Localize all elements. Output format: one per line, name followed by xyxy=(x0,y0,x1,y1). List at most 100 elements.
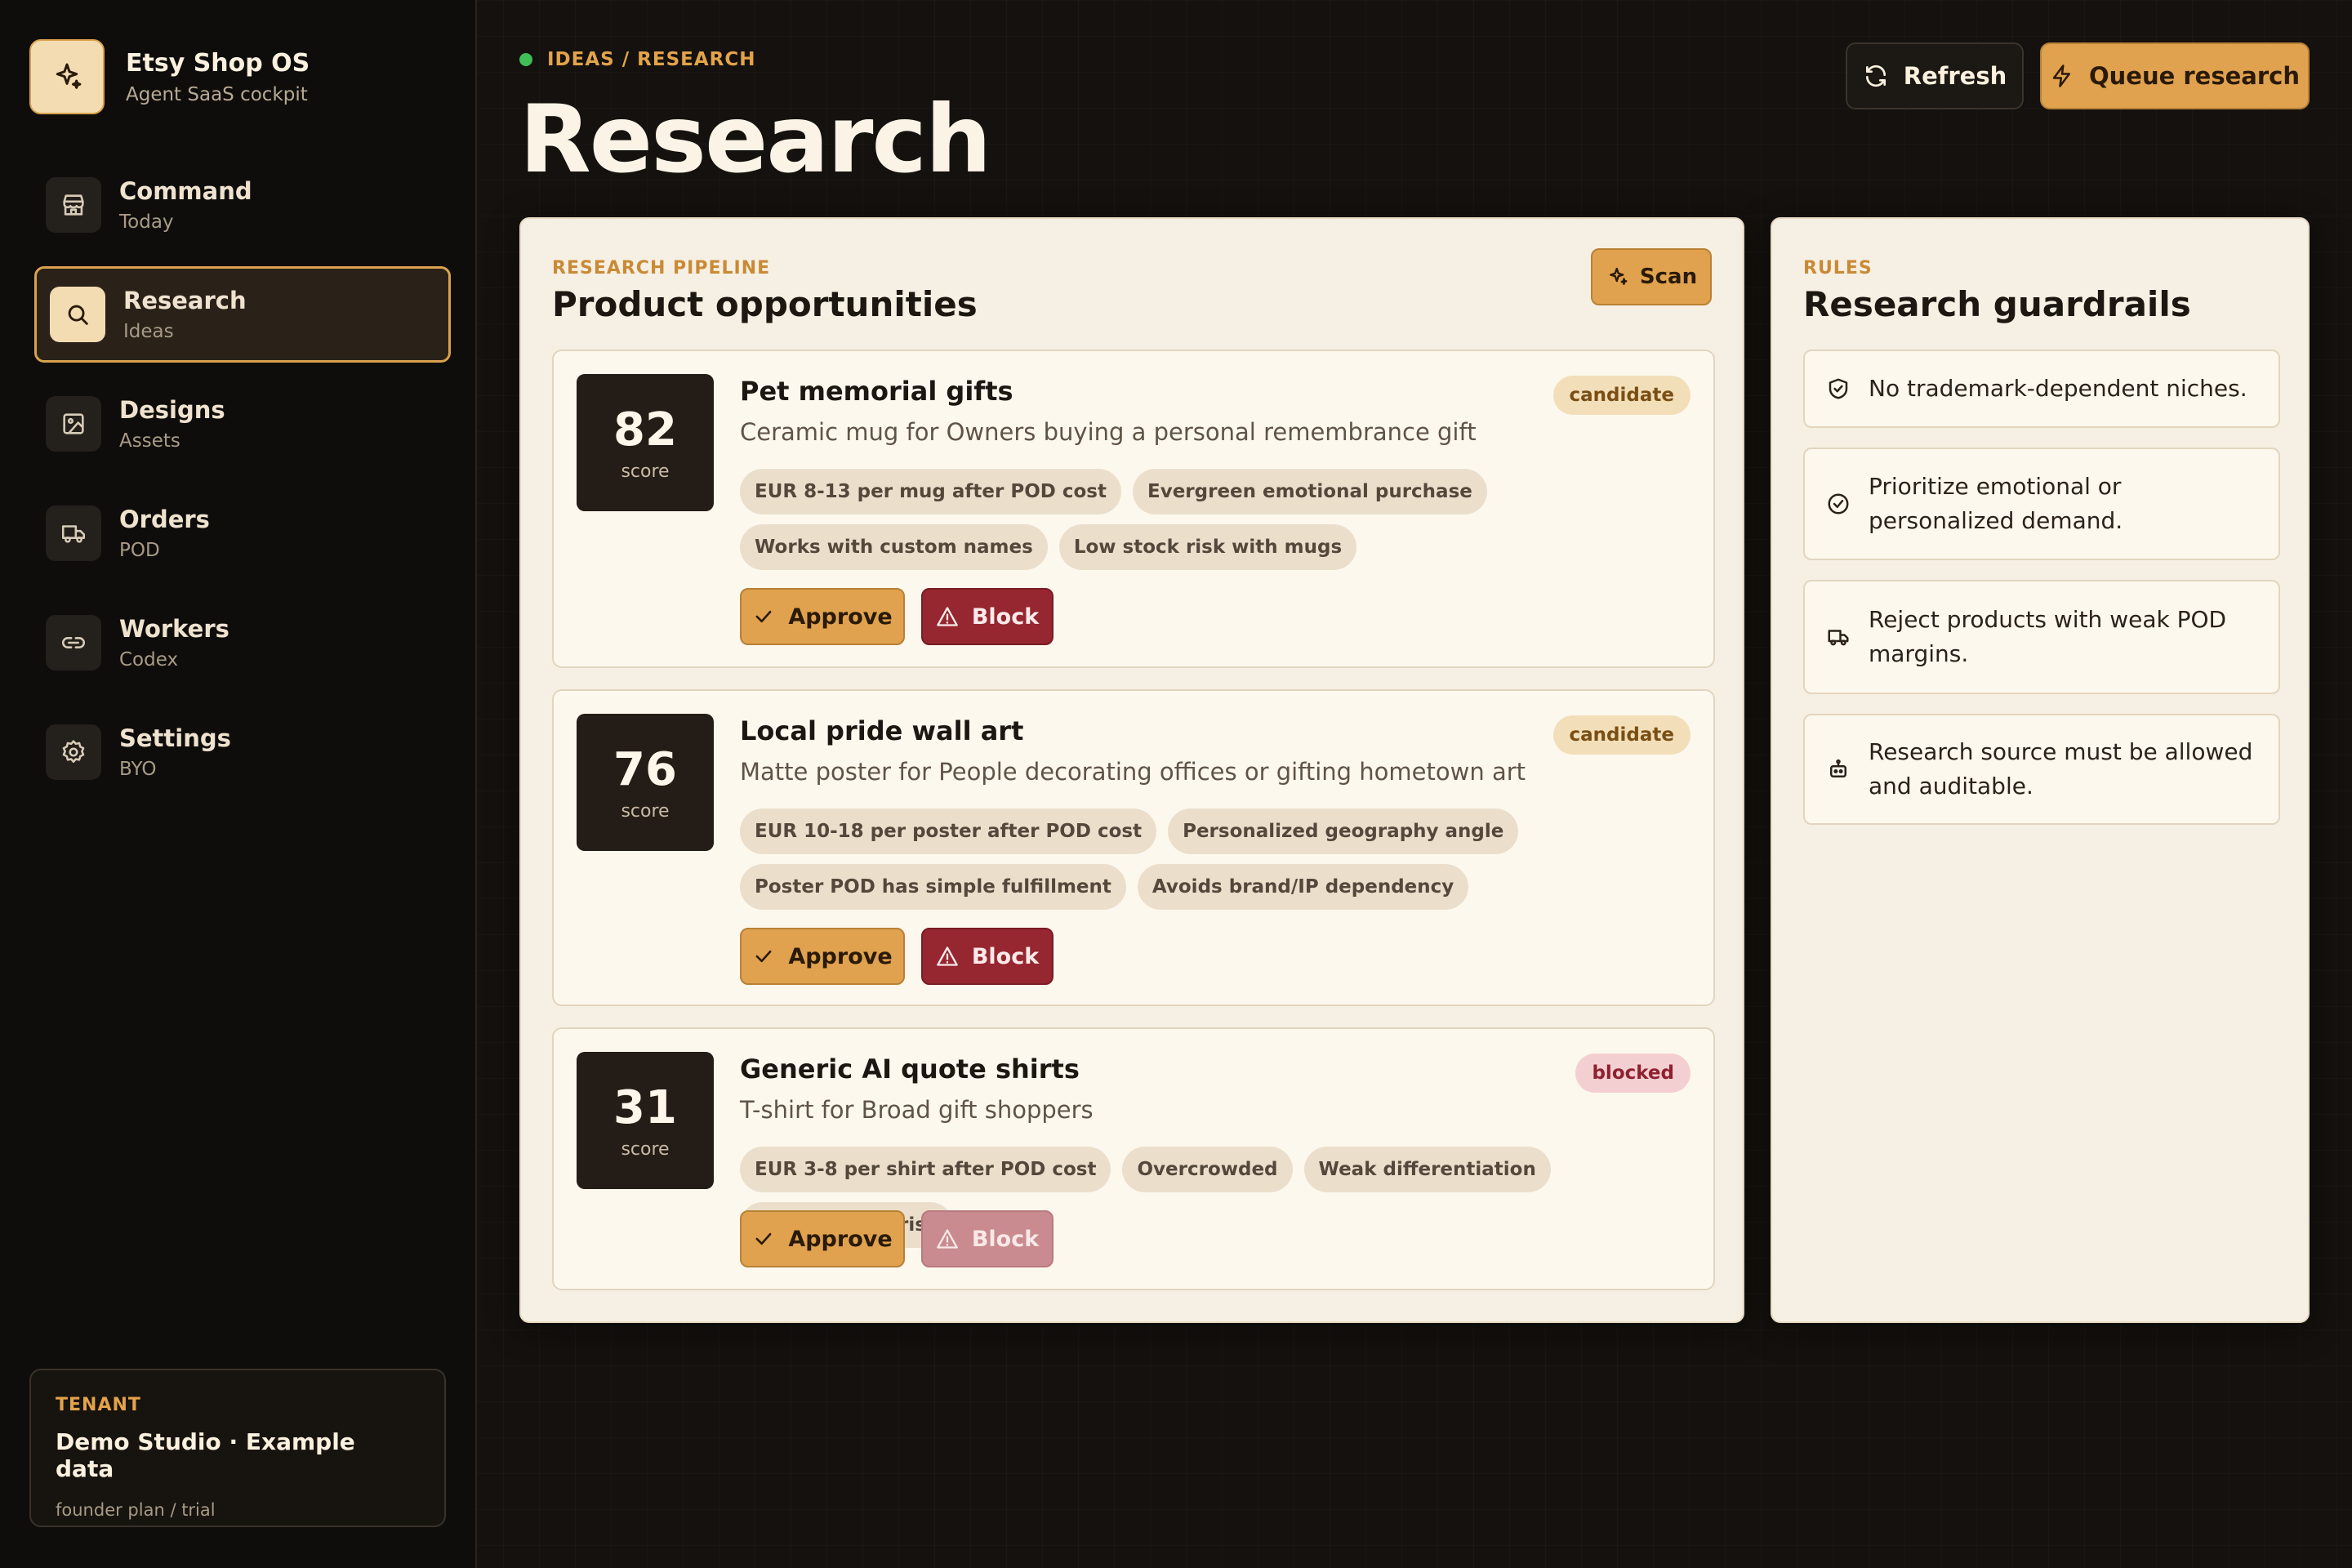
sidebar-item-command[interactable]: Command Today xyxy=(34,157,451,253)
tag: Evergreen emotional purchase xyxy=(1133,469,1487,514)
sidebar-item-workers[interactable]: Workers Codex xyxy=(34,595,451,691)
brand[interactable]: Etsy Shop OS Agent SaaS cockpit xyxy=(29,39,310,114)
approve-button[interactable]: Approve xyxy=(740,1210,905,1267)
warning-icon xyxy=(936,607,958,626)
sidebar-item-sub: Ideas xyxy=(123,321,174,342)
sidebar-item-sub: Codex xyxy=(119,649,179,670)
score-badge: 31 score xyxy=(577,1052,714,1189)
opportunity-description: Matte poster for People decorating offic… xyxy=(740,758,1526,786)
sidebar-item-sub: Assets xyxy=(119,430,180,452)
tenant-card[interactable]: TENANT Demo Studio · Example data founde… xyxy=(29,1369,446,1527)
tag: Overcrowded xyxy=(1122,1147,1293,1192)
tag-list: EUR 8-13 per mug after POD cost Evergree… xyxy=(740,469,1695,580)
shield-check-icon xyxy=(1829,378,1848,399)
link-icon xyxy=(46,615,101,670)
opportunity-title: Pet memorial gifts xyxy=(740,376,1013,407)
tenant-kicker: TENANT xyxy=(56,1395,141,1415)
sidebar-item-label: Workers xyxy=(119,615,229,643)
block-button[interactable]: Block xyxy=(921,1210,1054,1267)
status-badge: candidate xyxy=(1552,715,1690,755)
block-label: Block xyxy=(971,943,1040,969)
approve-button[interactable]: Approve xyxy=(740,588,905,645)
rules-title: Research guardrails xyxy=(1803,284,2191,324)
score-label: score xyxy=(621,1139,670,1160)
sidebar-item-orders[interactable]: Orders POD xyxy=(34,485,451,581)
opportunity-card[interactable]: 31 score Generic AI quote shirts T-shirt… xyxy=(552,1027,1715,1290)
tag: Personalized geography angle xyxy=(1168,808,1519,854)
opportunity-title: Generic AI quote shirts xyxy=(740,1054,1080,1085)
search-icon xyxy=(50,287,105,342)
check-icon xyxy=(755,610,772,623)
scan-label: Scan xyxy=(1639,265,1698,289)
block-label: Block xyxy=(971,604,1040,630)
rules-kicker: RULES xyxy=(1803,258,1873,278)
refresh-button[interactable]: Refresh xyxy=(1846,42,2024,109)
store-icon xyxy=(46,177,101,233)
lightning-icon xyxy=(2052,65,2070,87)
rule-item: No trademark-dependent niches. xyxy=(1803,350,2280,428)
opportunity-card[interactable]: 82 score Pet memorial gifts Ceramic mug … xyxy=(552,350,1715,668)
card-actions: Approve Block xyxy=(740,928,1070,985)
truck-icon xyxy=(1828,630,1849,646)
score-badge: 82 score xyxy=(577,374,714,511)
check-icon xyxy=(755,950,772,963)
tag-list: EUR 10-18 per poster after POD cost Pers… xyxy=(740,808,1695,920)
brand-subtitle: Agent SaaS cockpit xyxy=(126,83,308,105)
score-value: 82 xyxy=(613,403,677,457)
sidebar-item-sub: POD xyxy=(119,540,160,561)
research-pipeline-panel: RESEARCH PIPELINE Product opportunities … xyxy=(519,217,1744,1323)
sidebar-item-label: Settings xyxy=(119,724,231,752)
card-actions: Approve Block xyxy=(740,1210,1070,1267)
warning-icon xyxy=(936,1229,958,1249)
bot-icon xyxy=(1830,759,1846,777)
tag: Low stock risk with mugs xyxy=(1058,524,1357,570)
sidebar-item-research[interactable]: Research Ideas xyxy=(34,266,451,363)
sidebar-nav: Command Today Research Ideas Designs Ass… xyxy=(34,157,451,813)
pipeline-title: Product opportunities xyxy=(552,284,978,324)
image-icon xyxy=(46,396,101,452)
check-icon xyxy=(755,1232,772,1245)
rule-text: Research source must be allowed and audi… xyxy=(1869,738,2253,800)
sidebar-item-label: Research xyxy=(123,287,247,314)
refresh-icon xyxy=(1865,65,1886,87)
scan-button[interactable]: Scan xyxy=(1591,248,1712,305)
pipeline-kicker: RESEARCH PIPELINE xyxy=(552,258,771,278)
status-dot xyxy=(519,53,532,66)
tag: EUR 10-18 per poster after POD cost xyxy=(740,808,1157,854)
tag: EUR 8-13 per mug after POD cost xyxy=(740,469,1121,514)
warning-icon xyxy=(936,947,958,966)
sidebar-item-designs[interactable]: Designs Assets xyxy=(34,376,451,472)
tag: EUR 3-8 per shirt after POD cost xyxy=(740,1147,1111,1192)
rule-item: Research source must be allowed and audi… xyxy=(1803,714,2280,825)
tag: Avoids brand/IP dependency xyxy=(1137,864,1469,910)
score-value: 76 xyxy=(613,743,677,796)
score-label: score xyxy=(621,801,670,822)
approve-label: Approve xyxy=(788,1226,893,1252)
status-badge: candidate xyxy=(1552,376,1690,415)
sidebar-item-settings[interactable]: Settings BYO xyxy=(34,704,451,800)
truck-icon xyxy=(46,506,101,561)
rule-text: Reject products with weak POD margins. xyxy=(1869,606,2227,667)
breadcrumb: IDEAS / RESEARCH xyxy=(519,49,755,70)
tag: Weak differentiation xyxy=(1303,1147,1551,1192)
rule-item: Reject products with weak POD margins. xyxy=(1803,580,2280,694)
refresh-label: Refresh xyxy=(1903,62,2007,90)
tenant-plan: founder plan / trial xyxy=(56,1500,216,1520)
opportunity-description: Ceramic mug for Owners buying a personal… xyxy=(740,418,1477,446)
sparkles-icon xyxy=(29,39,105,114)
breadcrumb-text: IDEAS / RESEARCH xyxy=(547,49,756,70)
approve-button[interactable]: Approve xyxy=(740,928,905,985)
brand-title: Etsy Shop OS xyxy=(126,48,310,78)
tag: Poster POD has simple fulfillment xyxy=(740,864,1126,910)
queue-research-label: Queue research xyxy=(2089,62,2300,90)
score-badge: 76 score xyxy=(577,714,714,851)
block-button[interactable]: Block xyxy=(921,588,1054,645)
block-button[interactable]: Block xyxy=(921,928,1054,985)
block-label: Block xyxy=(971,1226,1040,1252)
opportunity-description: T-shirt for Broad gift shoppers xyxy=(740,1096,1094,1124)
tag: Works with custom names xyxy=(740,524,1048,570)
queue-research-button[interactable]: Queue research xyxy=(2040,42,2310,109)
sidebar: Etsy Shop OS Agent SaaS cockpit Command … xyxy=(0,0,477,1568)
opportunity-card[interactable]: 76 score Local pride wall art Matte post… xyxy=(552,689,1715,1006)
rule-text: No trademark-dependent niches. xyxy=(1869,375,2247,402)
